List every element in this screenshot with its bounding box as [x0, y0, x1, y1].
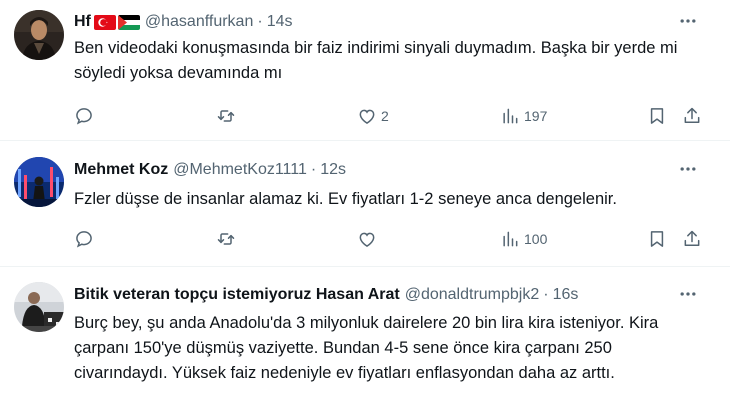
reply-icon — [76, 108, 92, 125]
turkey-flag-icon — [93, 14, 116, 30]
tweet-text: Fzler düşse de insanlar alamaz ki. Ev fi… — [74, 190, 617, 208]
retweet-icon — [217, 110, 235, 122]
retweet-button[interactable] — [216, 104, 236, 128]
timestamp[interactable]: 12s — [320, 161, 346, 179]
flag-emojis — [93, 14, 140, 30]
bookmark-icon — [650, 108, 664, 124]
separator-dot: · — [310, 161, 317, 178]
bookmark-icon — [650, 231, 664, 247]
like-icon — [359, 232, 375, 247]
more-icon[interactable] — [676, 282, 700, 306]
retweet-button[interactable] — [216, 227, 236, 251]
user-handle[interactable]: @hasanffurkan — [145, 13, 253, 31]
like-count: 2 — [381, 108, 389, 124]
tweet-header: Mehmet Koz @MehmetKoz1111 · 12s — [74, 159, 716, 181]
tweet-header: Hf @hasanffurkan · 14s — [74, 11, 716, 33]
retweet-icon — [217, 233, 235, 245]
share-icon — [684, 230, 700, 246]
share-button[interactable] — [682, 104, 702, 128]
tweet-feed: Hf @hasanffurkan · 14s Ben videodaki kon… — [0, 0, 730, 420]
timestamp[interactable]: 16s — [553, 286, 579, 304]
views-count: 197 — [524, 108, 548, 124]
tweet-header: Bitik veteran topçu istemiyoruz Hasan Ar… — [74, 284, 716, 306]
user-handle[interactable]: @donaldtrumpbjk2 — [405, 286, 540, 304]
views-button[interactable]: 197 — [500, 104, 547, 128]
tweet[interactable]: Hf @hasanffurkan · 14s Ben videodaki kon… — [0, 0, 730, 141]
share-button[interactable] — [682, 227, 702, 251]
bookmark-button[interactable] — [647, 104, 667, 128]
views-icon — [503, 108, 518, 124]
display-name[interactable]: Bitik veteran topçu istemiyoruz Hasan Ar… — [74, 286, 400, 304]
display-name[interactable]: Hf — [74, 13, 91, 31]
reply-button[interactable] — [74, 104, 94, 128]
tweet-text: Burç bey, şu anda Anadolu'da 3 milyonluk… — [74, 314, 659, 382]
reply-button[interactable] — [74, 227, 94, 251]
like-button[interactable] — [357, 227, 377, 251]
share-icon — [684, 107, 700, 123]
avatar[interactable] — [14, 10, 64, 60]
tweet-actions: 2 197 — [68, 104, 710, 128]
views-count: 100 — [524, 231, 548, 247]
views-icon — [503, 231, 518, 247]
more-icon[interactable] — [676, 9, 700, 33]
tweet-actions: 100 — [68, 227, 710, 251]
display-name[interactable]: Mehmet Koz — [74, 161, 168, 179]
views-button[interactable]: 100 — [500, 227, 547, 251]
separator-dot: · — [257, 13, 263, 30]
tweet[interactable]: Mehmet Koz @MehmetKoz1111 · 12s Fzler dü… — [0, 141, 730, 267]
user-handle[interactable]: @MehmetKoz1111 — [173, 161, 307, 179]
like-icon — [359, 109, 375, 124]
reply-icon — [76, 231, 92, 248]
bookmark-button[interactable] — [647, 227, 667, 251]
tweet[interactable]: Bitik veteran topçu istemiyoruz Hasan Ar… — [0, 267, 730, 420]
more-icon[interactable] — [676, 157, 700, 181]
avatar[interactable] — [14, 157, 64, 207]
like-button[interactable]: 2 — [357, 104, 389, 128]
tweet-text: Ben videodaki konuşmasında bir faiz indi… — [74, 39, 678, 82]
separator-dot: · — [543, 286, 549, 303]
timestamp[interactable]: 14s — [267, 13, 293, 31]
palestine-flag-icon — [117, 14, 140, 30]
avatar[interactable] — [14, 282, 64, 332]
